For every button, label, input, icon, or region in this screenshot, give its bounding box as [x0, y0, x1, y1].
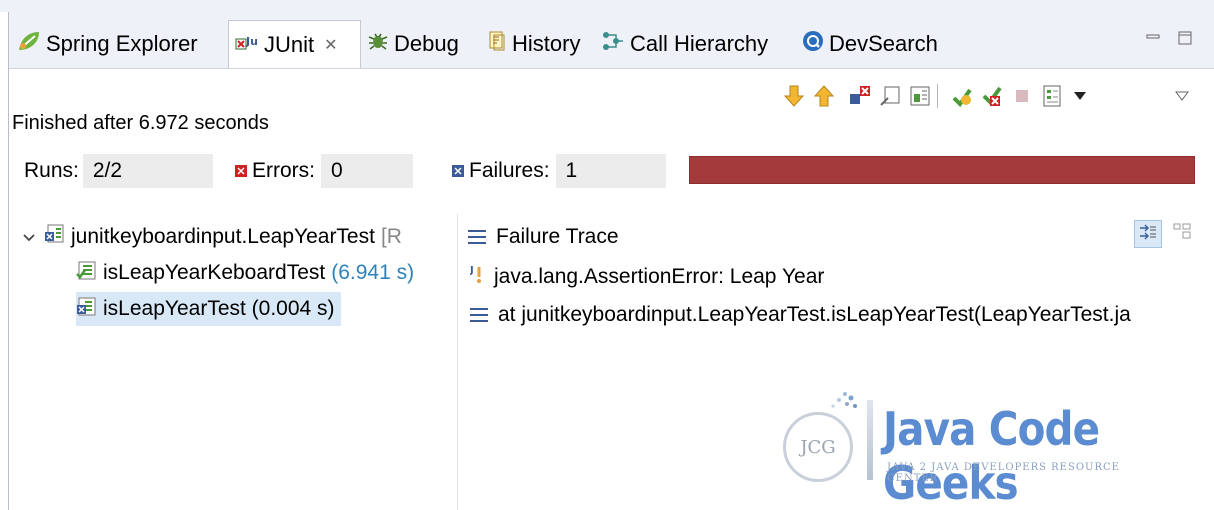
logo-wordmark: Java Code Geeks [883, 402, 1100, 510]
view-left-border [8, 12, 9, 510]
previous-failure-icon[interactable] [810, 82, 838, 110]
runs-value: 2/2 [82, 154, 213, 188]
tab-spring-explorer[interactable]: Spring Explorer [17, 26, 198, 62]
failure-trace-header: Failure Trace [468, 220, 619, 254]
stop-run-icon[interactable] [1008, 82, 1036, 110]
view-tab-bar: Spring Explorer Ju JUnit ✕ Debug History… [9, 12, 1214, 69]
filter-stack-trace-button[interactable] [1134, 220, 1162, 248]
tab-label: Call Hierarchy [630, 31, 769, 56]
trace-line-exception[interactable]: J java.lang.AssertionError: Leap Year [469, 260, 825, 294]
failure-icon [452, 159, 464, 183]
errors-value: 0 [321, 154, 413, 188]
tab-call-hierarchy[interactable]: Call Hierarchy [601, 26, 768, 62]
failures-counter: Failures: 1 [452, 154, 666, 188]
logo-badge: JCG [783, 412, 853, 482]
logo-tagline: JAVA 2 JAVA DEVELOPERS RESOURCE CENTER [887, 462, 1120, 484]
close-icon[interactable]: ✕ [324, 35, 337, 55]
failure-trace-title: Failure Trace [496, 225, 619, 248]
dropdown-triangle-icon[interactable] [1066, 82, 1094, 110]
trace-text: java.lang.AssertionError: Leap Year [494, 265, 825, 288]
test-progress-bar [689, 156, 1195, 184]
assertion-error-icon: J [469, 263, 488, 291]
runs-label: Runs: [24, 159, 79, 182]
junit-icon: Ju [235, 31, 259, 59]
spring-leaf-icon [17, 30, 41, 58]
tree-test-row[interactable]: isLeapYearKeboardTest (6.941 s) [76, 256, 414, 290]
toolbar-separator [937, 84, 938, 108]
tab-label: JUnit [264, 31, 315, 57]
window-top-strip [0, 0, 1214, 12]
stack-frame-icon [470, 304, 488, 326]
svg-text:Ju: Ju [245, 35, 258, 48]
error-icon [235, 159, 247, 183]
show-failures-only-icon[interactable] [846, 82, 874, 110]
tab-junit[interactable]: Ju JUnit ✕ [228, 20, 361, 68]
failures-value: 1 [555, 154, 666, 188]
trace-text: at junitkeyboardinput.LeapYearTest.isLea… [498, 303, 1131, 326]
tab-devsearch[interactable]: DevSearch [802, 26, 938, 62]
tab-history[interactable]: History [487, 26, 580, 62]
trace-line-stack-frame[interactable]: at junitkeyboardinput.LeapYearTest.isLea… [470, 298, 1131, 332]
history-icon [487, 30, 507, 58]
view-menu-icon[interactable] [1168, 82, 1196, 110]
suite-name: junitkeyboardinput.LeapYearTest [71, 225, 375, 248]
java-code-geeks-logo: JCG Java Code Geeks JAVA 2 JAVA DEVELOPE… [765, 388, 1175, 510]
maximize-icon[interactable] [1177, 30, 1193, 51]
filter-stack-icon [1139, 222, 1157, 246]
test-tree: junitkeyboardinput.LeapYearTest [R isLea… [12, 214, 457, 510]
errors-label: Errors: [252, 159, 315, 182]
test-name: isLeapYearKeboardTest [103, 261, 326, 284]
test-history-icon[interactable] [1038, 82, 1066, 110]
chevron-down-icon[interactable] [22, 225, 38, 249]
debug-bug-icon [367, 30, 389, 58]
failures-label: Failures: [469, 159, 550, 182]
tab-label: Spring Explorer [46, 31, 198, 56]
test-name: isLeapYearTest (0.004 s) [103, 297, 335, 320]
suite-suffix: [R [380, 225, 402, 248]
next-failure-icon[interactable] [780, 82, 808, 110]
tab-label: Debug [394, 31, 459, 56]
tree-test-row-selected[interactable]: isLeapYearTest (0.004 s) [76, 292, 341, 326]
rerun-failures-first-icon[interactable] [978, 82, 1006, 110]
call-hierarchy-icon [601, 30, 625, 58]
compare-icon [1173, 222, 1191, 246]
run-status-text: Finished after 6.972 seconds [12, 112, 269, 134]
tree-suite-row[interactable]: junitkeyboardinput.LeapYearTest [R [22, 220, 402, 254]
compare-result-button[interactable] [1170, 220, 1194, 248]
logo-divider [867, 400, 873, 480]
svg-text:J: J [470, 265, 474, 276]
minimize-icon[interactable] [1145, 30, 1161, 51]
rerun-test-icon[interactable] [948, 82, 976, 110]
tab-label: History [512, 31, 581, 56]
tab-debug[interactable]: Debug [367, 26, 459, 62]
tab-label: DevSearch [829, 31, 938, 56]
errors-counter: Errors: 0 [235, 154, 413, 188]
runs-counter: Runs: 2/2 [24, 154, 213, 188]
test-passed-icon [76, 260, 96, 286]
test-suite-icon [44, 224, 64, 250]
stack-trace-icon [468, 226, 486, 248]
test-run-history-icon[interactable] [906, 82, 934, 110]
test-failed-icon [76, 296, 96, 322]
test-duration: (6.941 s) [331, 261, 415, 284]
scroll-lock-icon[interactable] [876, 82, 904, 110]
devsearch-icon [802, 30, 824, 58]
